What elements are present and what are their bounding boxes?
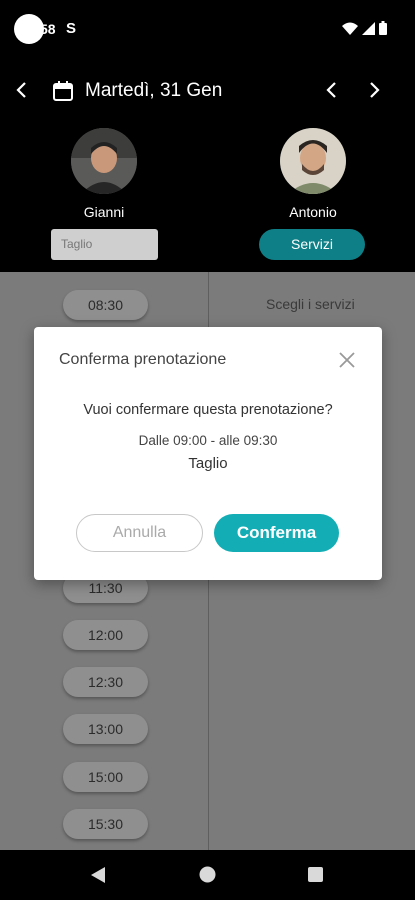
booking-service: Taglio xyxy=(188,455,228,472)
close-icon[interactable] xyxy=(338,351,356,369)
previous-day-icon[interactable] xyxy=(320,78,344,102)
back-arrow-icon[interactable] xyxy=(10,78,34,102)
service-selector[interactable]: Taglio xyxy=(51,229,158,260)
back-icon[interactable] xyxy=(90,866,106,884)
recents-icon[interactable] xyxy=(308,867,323,882)
signal-icon xyxy=(362,21,375,35)
choose-services-label[interactable]: Scegli i servizi xyxy=(266,296,355,312)
services-button[interactable]: Servizi xyxy=(259,229,365,260)
home-icon[interactable] xyxy=(199,866,216,883)
time-slot[interactable]: 12:00 xyxy=(63,620,148,650)
status-bar: 58 S xyxy=(0,0,415,60)
avatar xyxy=(71,128,137,194)
notification-icon: S xyxy=(66,20,77,37)
time-slot[interactable]: 12:30 xyxy=(63,667,148,697)
time-slot[interactable]: 08:30 xyxy=(63,290,148,320)
staff-member-gianni[interactable]: Gianni xyxy=(34,128,174,220)
dialog-title: Conferma prenotazione xyxy=(59,351,227,368)
next-day-icon[interactable] xyxy=(362,78,386,102)
calendar-icon[interactable] xyxy=(52,80,74,102)
time-slot[interactable]: 15:00 xyxy=(63,762,148,792)
status-time: 58 xyxy=(40,21,56,37)
system-nav-bar xyxy=(0,850,415,900)
wifi-icon xyxy=(342,22,358,35)
booking-time-range: Dalle 09:00 - alle 09:30 xyxy=(138,433,278,448)
confirm-booking-dialog: Conferma prenotazione Vuoi confermare qu… xyxy=(34,327,382,580)
app-screen: 58 S Martedì, 31 Gen Gianni Antonio Tagl… xyxy=(0,0,415,900)
cancel-button[interactable]: Annulla xyxy=(76,514,203,552)
date-header: Martedì, 31 Gen xyxy=(0,70,415,114)
battery-icon xyxy=(379,21,387,35)
date-label[interactable]: Martedì, 31 Gen xyxy=(85,80,222,102)
avatar-photo xyxy=(280,128,346,194)
time-slot[interactable]: 13:00 xyxy=(63,714,148,744)
staff-name: Antonio xyxy=(289,204,337,220)
staff-member-antonio[interactable]: Antonio xyxy=(243,128,383,220)
staff-name: Gianni xyxy=(83,204,125,220)
dialog-question: Vuoi confermare questa prenotazione? xyxy=(83,402,333,418)
status-icons xyxy=(342,21,387,35)
avatar-photo xyxy=(71,128,137,194)
time-slot[interactable]: 15:30 xyxy=(63,809,148,839)
confirm-button[interactable]: Conferma xyxy=(214,514,339,552)
avatar xyxy=(280,128,346,194)
